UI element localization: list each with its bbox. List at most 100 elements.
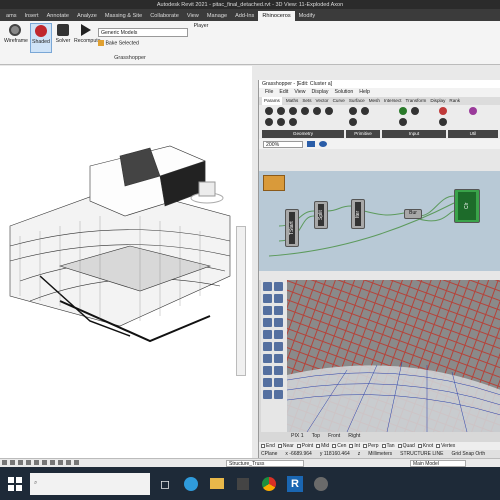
gh-tab-transform[interactable]: Transform xyxy=(406,97,427,105)
gh-component-icon[interactable] xyxy=(265,107,273,115)
gh-menu-view[interactable]: View xyxy=(294,88,305,97)
rhino-tool-icon[interactable] xyxy=(263,390,272,399)
vtab-top[interactable]: Top xyxy=(312,432,320,440)
rhino-tool-icon[interactable] xyxy=(263,282,272,291)
rhino-tool-icon[interactable] xyxy=(263,318,272,327)
gh-component-icon[interactable] xyxy=(349,118,357,126)
edge-button[interactable] xyxy=(180,473,202,495)
rhino-tool-icon[interactable] xyxy=(263,378,272,387)
gh-tab-display[interactable]: Display xyxy=(430,97,445,105)
main-model-select[interactable]: Main Model xyxy=(410,460,466,467)
tab-annotate[interactable]: Annotate xyxy=(43,11,73,21)
rhino-tool-icon[interactable] xyxy=(274,366,283,375)
gh-node-iter[interactable]: Iter xyxy=(351,199,365,229)
gh-canvas[interactable]: TStart Split Iter Bur Clr xyxy=(259,171,500,271)
tab-massing-site[interactable]: Massing & Site xyxy=(101,11,146,21)
recompute-button[interactable]: Recompute xyxy=(74,23,101,53)
gh-component-icon[interactable] xyxy=(277,118,285,126)
snap-vertex[interactable]: Vertex xyxy=(436,442,455,450)
gh-component-icon[interactable] xyxy=(469,107,477,115)
solver-button[interactable]: Solver xyxy=(52,23,74,53)
snap-tan[interactable]: Tan xyxy=(381,442,395,450)
view-control-icon[interactable] xyxy=(10,460,15,465)
view-control-icon[interactable] xyxy=(18,460,23,465)
tab-architecture[interactable]: ams xyxy=(2,11,21,21)
gh-tab-curve[interactable]: Curve xyxy=(333,97,345,105)
rhino-tool-icon[interactable] xyxy=(274,318,283,327)
tab-collaborate[interactable]: Collaborate xyxy=(146,11,183,21)
zoom-field[interactable]: 200% xyxy=(263,140,303,148)
gh-component-icon[interactable] xyxy=(289,107,297,115)
category-select[interactable]: Generic Models xyxy=(98,28,188,37)
gh-group-geometry[interactable]: Geometry xyxy=(262,130,344,138)
start-button[interactable] xyxy=(4,473,26,495)
vtab-right[interactable]: Right xyxy=(348,432,360,440)
store-button[interactable] xyxy=(232,473,254,495)
gh-component-icon[interactable] xyxy=(361,107,369,115)
rhino-tool-icon[interactable] xyxy=(274,306,283,315)
rhino-tool-icon[interactable] xyxy=(274,354,283,363)
layer-label[interactable]: STRUCTURE LINE xyxy=(400,450,443,458)
revit-3d-view[interactable] xyxy=(0,66,252,458)
gh-menu-display[interactable]: Display xyxy=(311,88,328,97)
gh-node-bur[interactable]: Bur xyxy=(404,209,422,219)
gh-tab-mesh[interactable]: Mesh xyxy=(369,97,380,105)
vtab-front[interactable]: Front xyxy=(328,432,340,440)
snap-point[interactable]: Point xyxy=(296,442,313,450)
taskbar-search[interactable]: ⌕ xyxy=(30,472,150,495)
tab-add-ins[interactable]: Add-Ins xyxy=(231,11,258,21)
gh-component-icon[interactable] xyxy=(349,107,357,115)
rhino-tool-icon[interactable] xyxy=(274,378,283,387)
tab-insert[interactable]: Insert xyxy=(21,11,43,21)
cluster-box-icon[interactable] xyxy=(263,175,285,191)
task-view-button[interactable]: ◻ xyxy=(154,473,176,495)
gh-component-icon[interactable] xyxy=(325,107,333,115)
bake-selected-button[interactable]: Bake Selected xyxy=(98,40,139,46)
tab-manage[interactable]: Manage xyxy=(203,11,231,21)
gh-node-split[interactable]: Split xyxy=(314,201,328,229)
view-control-icon[interactable] xyxy=(66,460,71,465)
shaded-button[interactable]: Shaded xyxy=(30,23,52,53)
gh-menu-file[interactable]: File xyxy=(265,88,273,97)
gh-tab-vector[interactable]: Vector xyxy=(316,97,329,105)
gh-menu-help[interactable]: Help xyxy=(359,88,370,97)
gh-tab-params[interactable]: Params xyxy=(262,97,282,105)
view-control-icon[interactable] xyxy=(58,460,63,465)
gh-component-icon[interactable] xyxy=(289,118,297,126)
gh-component-icon[interactable] xyxy=(399,118,407,126)
rhino-tool-icon[interactable] xyxy=(274,390,283,399)
tab-analyze[interactable]: Analyze xyxy=(73,11,101,21)
snap-perp[interactable]: Perp xyxy=(362,442,379,450)
tab-view[interactable]: View xyxy=(183,11,203,21)
gh-tab-surface[interactable]: Surface xyxy=(349,97,365,105)
navigation-bar[interactable] xyxy=(236,226,246,376)
gh-component-icon[interactable] xyxy=(265,118,273,126)
view-control-icon[interactable] xyxy=(50,460,55,465)
rhino-tool-icon[interactable] xyxy=(263,330,272,339)
vtab-pix1[interactable]: PIX 1 xyxy=(291,432,304,440)
gh-node-tstart[interactable]: TStart xyxy=(285,209,299,247)
gh-group-input[interactable]: Input xyxy=(382,130,446,138)
view-control-icon[interactable] xyxy=(2,460,7,465)
gh-component-icon[interactable] xyxy=(277,107,285,115)
gh-group-util[interactable]: Util xyxy=(448,130,498,138)
save-icon[interactable] xyxy=(307,141,315,147)
rhino-tool-icon[interactable] xyxy=(263,306,272,315)
snap-knot[interactable]: Knot xyxy=(417,442,433,450)
view-control-icon[interactable] xyxy=(26,460,31,465)
gh-node-cluster-output[interactable]: Clr xyxy=(454,189,480,223)
gh-menu-solution[interactable]: Solution xyxy=(334,88,353,97)
snap-end[interactable]: End xyxy=(261,442,275,450)
snap-cen[interactable]: Cen xyxy=(332,442,346,450)
player-button[interactable]: Player xyxy=(190,23,212,53)
grid-snap-toggle[interactable]: Grid Snap Orth xyxy=(452,450,486,458)
rhino-tool-icon[interactable] xyxy=(263,354,272,363)
view-control-icon[interactable] xyxy=(42,460,47,465)
gh-component-icon[interactable] xyxy=(313,107,321,115)
snap-mid[interactable]: Mid xyxy=(316,442,329,450)
rhino-tool-icon[interactable] xyxy=(274,342,283,351)
gh-component-icon[interactable] xyxy=(399,107,407,115)
gh-component-icon[interactable] xyxy=(439,107,447,115)
rhino-button[interactable] xyxy=(310,473,332,495)
viewcube-icon[interactable] xyxy=(190,178,224,204)
